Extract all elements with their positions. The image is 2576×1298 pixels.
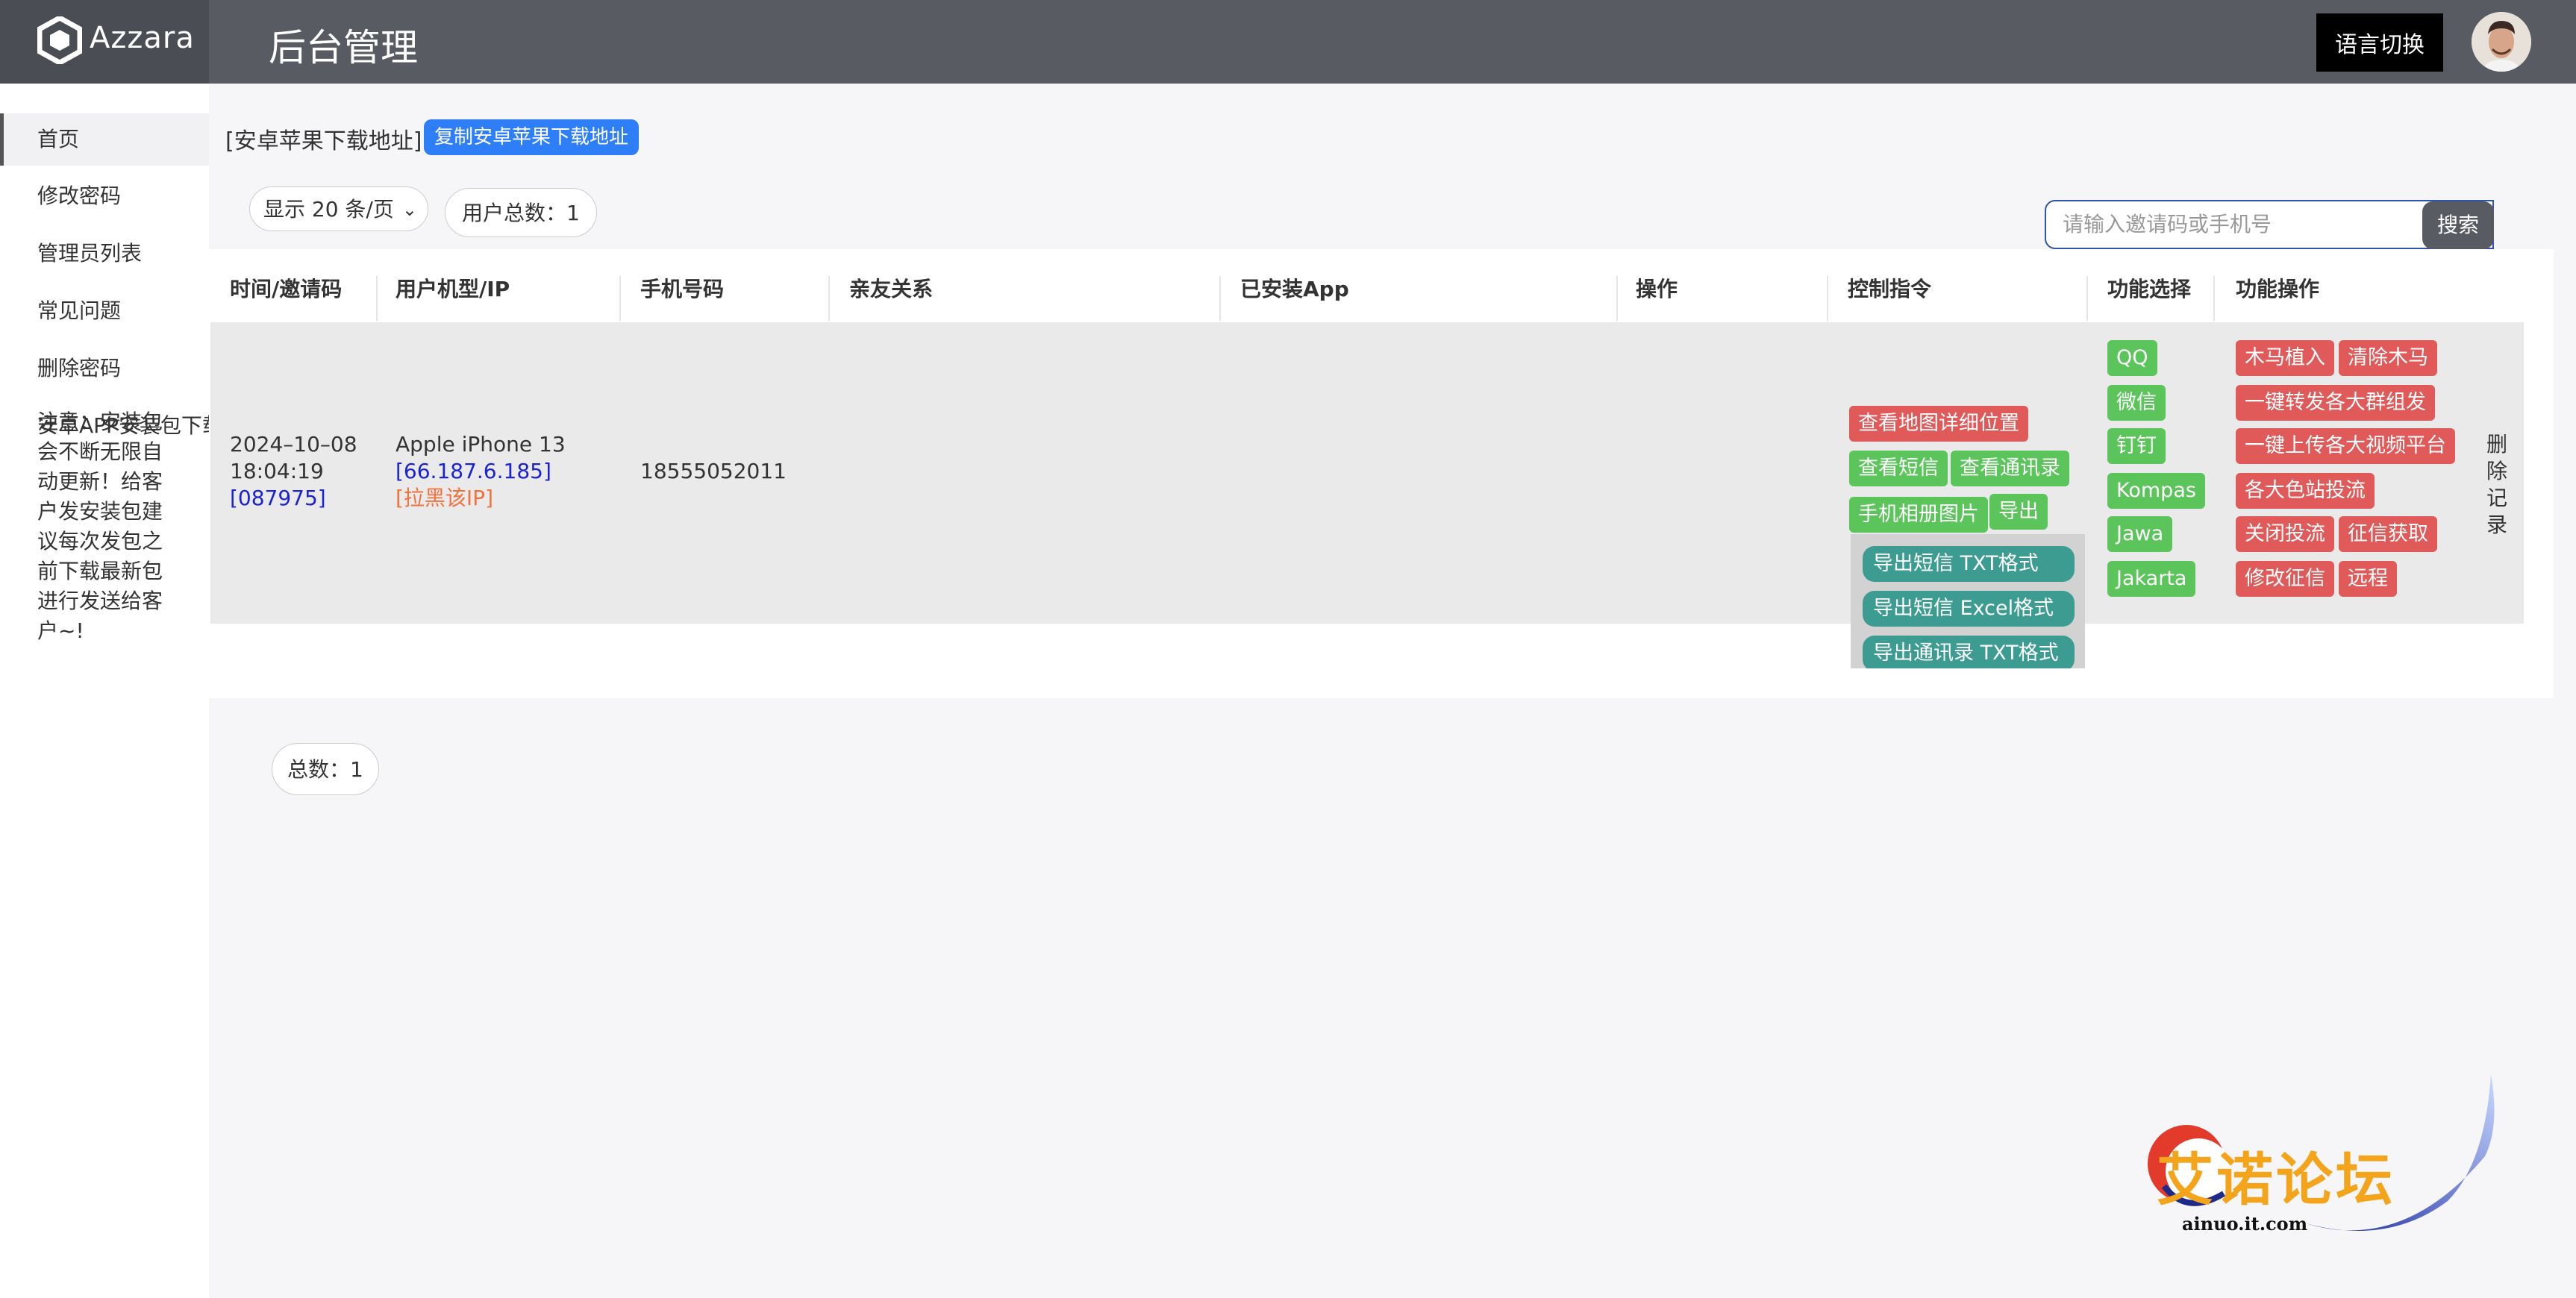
column-divider <box>1219 276 1221 321</box>
page-size-value: 显示 20 条/页 <box>263 197 394 222</box>
row-device-model: Apple iPhone 13 <box>396 432 566 457</box>
upload-video-platforms-button[interactable]: 一键上传各大视频平台 <box>2236 428 2455 464</box>
remove-trojan-button[interactable]: 清除木马 <box>2339 340 2437 376</box>
column-divider <box>619 276 621 321</box>
export-sms-excel-item[interactable]: 导出短信 Excel格式 <box>1863 591 2075 627</box>
get-credit-button[interactable]: 征信获取 <box>2339 516 2437 552</box>
block-ip-link[interactable]: [拉黑该IP] <box>396 485 493 512</box>
row-phone-number: 18555052011 <box>640 459 787 483</box>
feature-qq-button[interactable]: QQ <box>2107 340 2157 376</box>
install-notice: 注意：安装包会不断无限自动更新！给客户发安装包建议每次发包之前下载最新包进行发送… <box>37 410 163 643</box>
forward-groups-button[interactable]: 一键转发各大群组发 <box>2236 385 2435 421</box>
sidebar-item-faq[interactable]: 常见问题 <box>0 285 209 337</box>
column-divider <box>2086 276 2088 321</box>
export-button[interactable]: 导出 <box>1989 494 2048 530</box>
user-avatar-icon <box>2472 12 2531 72</box>
chevron-down-icon: ⌄ <box>401 199 417 220</box>
column-divider <box>1616 276 1618 321</box>
column-header-installed-apps: 已安装App <box>1240 277 1349 301</box>
column-header-phone: 手机号码 <box>640 277 725 301</box>
user-total-badge: 用户总数：1 <box>445 188 597 237</box>
sidebar: 首页 修改密码 管理员列表 常见问题 删除密码 安卓APP安装包下载 注意：安装… <box>0 84 223 1298</box>
column-header-actions: 操作 <box>1636 277 1678 301</box>
row-ip-address[interactable]: [66.187.6.185] <box>396 458 551 485</box>
column-header-device-ip: 用户机型/IP <box>396 277 510 301</box>
column-divider <box>2213 276 2215 321</box>
language-switch-button[interactable]: 语言切换 <box>2316 13 2443 72</box>
user-avatar[interactable] <box>2472 12 2531 72</box>
feature-dingtalk-button[interactable]: 钉钉 <box>2107 428 2166 464</box>
watermark-text: 艾诺论坛 <box>2157 1147 2395 1213</box>
view-sms-button[interactable]: 查看短信 <box>1849 451 1948 486</box>
sidebar-item-delete-password[interactable]: 删除密码 <box>0 342 209 395</box>
column-header-feature-ops: 功能操作 <box>2236 277 2320 301</box>
download-address-label: [安卓苹果下载地址] <box>225 128 422 154</box>
column-header-feature-select: 功能选择 <box>2107 277 2192 301</box>
feature-jawa-button[interactable]: Jawa <box>2107 516 2173 552</box>
export-dropdown-menu: 导出短信 TXT格式 导出短信 Excel格式 导出通讯录 TXT格式 <box>1851 534 2085 668</box>
sidebar-item-change-password[interactable]: 修改密码 <box>0 170 209 222</box>
sidebar-item-admin-list[interactable]: 管理员列表 <box>0 228 209 280</box>
sidebar-item-home[interactable]: 首页 <box>0 113 209 166</box>
column-header-control-commands: 控制指令 <box>1848 277 1932 301</box>
search-button[interactable]: 搜索 <box>2422 201 2494 249</box>
remote-button[interactable]: 远程 <box>2339 561 2397 597</box>
view-contacts-button[interactable]: 查看通讯录 <box>1951 451 2069 486</box>
modify-credit-button[interactable]: 修改征信 <box>2236 561 2334 597</box>
page-title: 后台管理 <box>269 26 418 69</box>
close-traffic-button[interactable]: 关闭投流 <box>2236 516 2334 552</box>
export-sms-txt-item[interactable]: 导出短信 TXT格式 <box>1863 546 2075 582</box>
row-date: 2024–10–08 <box>230 432 357 457</box>
export-contacts-txt-item[interactable]: 导出通讯录 TXT格式 <box>1863 636 2075 668</box>
column-divider <box>1827 276 1828 321</box>
brand-name: Azzara <box>90 21 195 55</box>
feature-jakarta-button[interactable]: Jakarta <box>2107 561 2196 597</box>
column-header-time: 时间/邀请码 <box>230 277 343 301</box>
top-header: Azzara 后台管理 语言切换 <box>0 0 2576 84</box>
site-traffic-button[interactable]: 各大色站投流 <box>2236 473 2375 509</box>
watermark-url: ainuo.it.com <box>2182 1213 2308 1235</box>
feature-wechat-button[interactable]: 微信 <box>2107 385 2166 421</box>
column-header-relatives: 亲友关系 <box>849 277 934 301</box>
forum-watermark: 艾诺论坛 ainuo.it.com <box>2134 1074 2507 1253</box>
view-map-location-button[interactable]: 查看地图详细位置 <box>1849 406 2028 442</box>
copy-download-address-button[interactable]: 复制安卓苹果下载地址 <box>424 119 640 155</box>
hexagon-logo-icon <box>37 16 82 64</box>
view-photos-button[interactable]: 手机相册图片 <box>1849 497 1988 533</box>
brand[interactable]: Azzara <box>0 0 209 84</box>
column-divider <box>376 276 378 321</box>
delete-record-link[interactable]: 删除记录 <box>2486 431 2509 539</box>
trojan-implant-button[interactable]: 木马植入 <box>2236 340 2334 376</box>
feature-kompas-button[interactable]: Kompas <box>2107 473 2205 509</box>
total-count-badge: 总数：1 <box>272 743 379 795</box>
row-invite-code[interactable]: [087975] <box>230 485 326 512</box>
column-divider <box>828 276 830 321</box>
page-size-select[interactable]: 显示 20 条/页 ⌄ <box>249 186 428 231</box>
row-time: 18:04:19 <box>230 459 324 483</box>
